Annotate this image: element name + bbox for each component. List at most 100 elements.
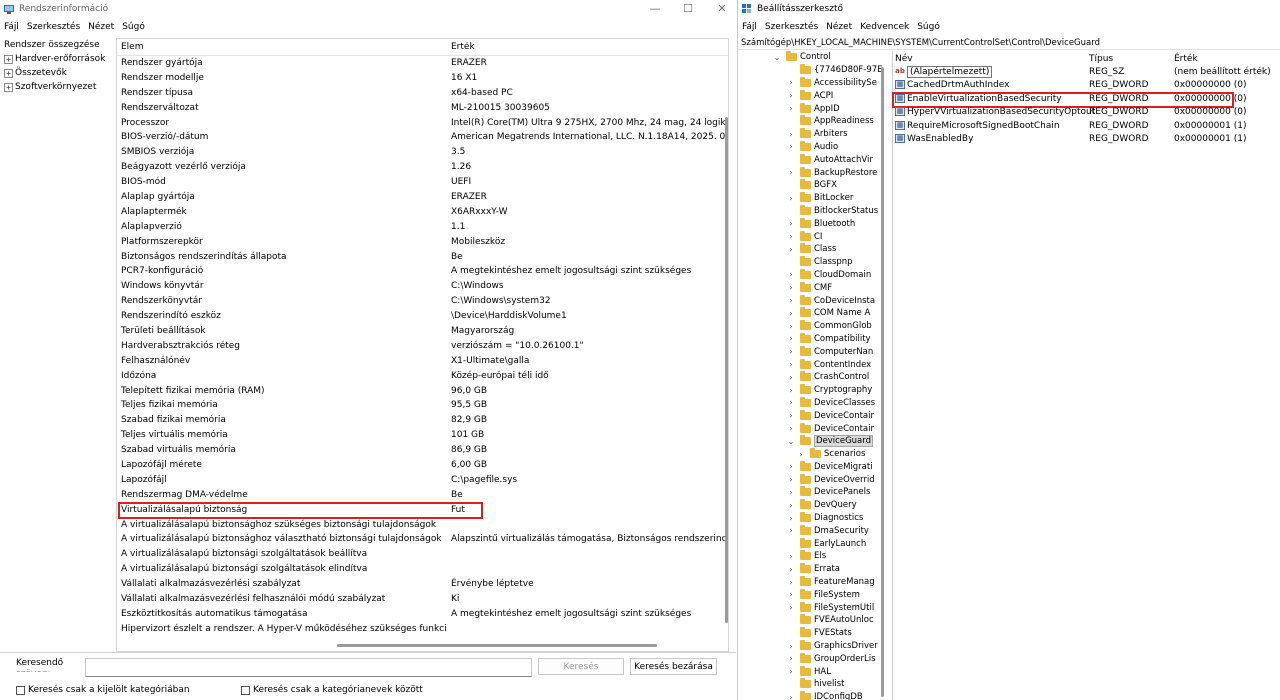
chevron-right-icon[interactable]: › (787, 526, 795, 535)
table-row[interactable]: Telepített fizikai memória (RAM) 96,0 GB (117, 384, 728, 399)
chevron-right-icon[interactable]: › (787, 590, 795, 599)
registry-key[interactable]: › Els (738, 550, 881, 563)
table-row[interactable]: Virtualizálásalapú biztonság Fut (117, 501, 728, 519)
address-bar[interactable]: Számítógép\HKEY_LOCAL_MACHINE\SYSTEM\Cur… (738, 36, 1280, 50)
chevron-right-icon[interactable]: › (787, 488, 795, 497)
registry-key[interactable]: › Bluetooth (738, 217, 881, 230)
registry-key[interactable]: › CloudDomain (738, 268, 881, 282)
table-row[interactable]: Területi beállítások Magyarország (117, 324, 728, 339)
registry-key[interactable]: › IDConfigDB (738, 691, 881, 700)
table-row[interactable]: Teljes fizikai memória 95,5 GB (117, 398, 728, 413)
registry-key[interactable]: › CMF (738, 281, 881, 294)
chevron-down-icon[interactable]: ⌄ (787, 437, 795, 446)
registry-key[interactable]: › Arbiters (738, 128, 881, 141)
chevron-right-icon[interactable]: › (787, 565, 795, 574)
chevron-right-icon[interactable]: › (787, 462, 795, 471)
chevron-right-icon[interactable]: › (787, 309, 795, 318)
table-row[interactable]: Teljes virtuális memória 101 GB (117, 428, 728, 443)
regedit-titlebar[interactable]: Beállításszerkesztő (738, 0, 1280, 17)
table-row[interactable]: Rendszerváltozat ML-210015 30039605 (117, 101, 728, 116)
chevron-down-icon[interactable]: ⌄ (773, 53, 781, 62)
chevron-right-icon[interactable]: › (787, 603, 795, 612)
menu-help[interactable]: Súgó (118, 22, 149, 32)
table-row[interactable]: Lapozófájl mérete 6,00 GB (117, 458, 728, 473)
chevron-right-icon[interactable]: › (787, 360, 795, 369)
table-row[interactable]: Hardverabsztrakciós réteg verziószám = "1… (117, 339, 728, 354)
menu-file[interactable]: Fájl (738, 22, 761, 32)
chevron-right-icon[interactable]: › (787, 232, 795, 241)
tree-node[interactable]: + Összetevők (0, 66, 112, 80)
table-row[interactable]: Szabad fizikai memória 82,9 GB (117, 413, 728, 428)
chevron-right-icon[interactable]: › (787, 334, 795, 343)
registry-value-row[interactable]: ▦ WasEnabledBy REG_DWORD 0x00000001 (1) (895, 133, 1280, 147)
registry-key[interactable]: › DeviceClasses (738, 396, 881, 410)
chevron-right-icon[interactable]: › (787, 693, 795, 700)
chevron-right-icon[interactable]: › (787, 296, 795, 305)
registry-key[interactable]: › Diagnostics (738, 512, 881, 525)
tree-expander-icon[interactable]: + (4, 82, 13, 92)
registry-key[interactable]: › DeviceContair (738, 422, 881, 435)
registry-key[interactable]: › FeatureManag (738, 576, 881, 589)
search-button[interactable]: Keresés (538, 658, 624, 675)
table-row[interactable]: Biztonságos rendszerindítás állapota Be (117, 250, 728, 265)
tree-expander-icon[interactable]: + (4, 68, 13, 78)
table-row[interactable]: Eszköztitkosítás automatikus támogatása A… (117, 607, 728, 622)
registry-key[interactable]: › DevicePanels (738, 486, 881, 499)
registry-key[interactable]: › Compatibility (738, 332, 881, 346)
registry-key[interactable]: FVEAutoUnloc (738, 614, 881, 627)
registry-key[interactable]: › ContentIndex (738, 358, 881, 371)
table-row[interactable]: BIOS-mód UEFI (117, 175, 728, 190)
chevron-right-icon[interactable]: › (787, 373, 795, 382)
registry-key[interactable]: › DeviceContair (738, 409, 881, 422)
chevron-right-icon[interactable]: › (797, 450, 805, 459)
registry-key[interactable]: › FileSystemUtil (738, 601, 881, 614)
registry-key[interactable]: › ComputerNan (738, 345, 881, 358)
registry-key[interactable]: › DeviceOverrid (738, 473, 881, 486)
table-row[interactable]: Alaplapverzió 1.1 (117, 220, 728, 235)
registry-key[interactable]: AppReadiness (738, 115, 881, 128)
tree-node[interactable]: + Szoftverkörnyezet (0, 80, 112, 94)
chevron-right-icon[interactable]: › (787, 168, 795, 177)
vertical-scrollbar[interactable] (725, 117, 728, 623)
registry-key[interactable]: › Audio (738, 140, 881, 154)
menu-favorites[interactable]: Kedvencek (856, 22, 913, 32)
minimize-button[interactable]: — (638, 0, 672, 17)
registry-key[interactable]: BGFX (738, 179, 881, 192)
chevron-right-icon[interactable]: › (787, 78, 795, 87)
chevron-right-icon[interactable]: › (787, 322, 795, 331)
pane-splitter[interactable] (892, 51, 893, 700)
menu-file[interactable]: Fájl (0, 22, 23, 32)
chevron-right-icon[interactable]: › (787, 104, 795, 113)
registry-value-row[interactable]: ▦ RequireMicrosoftSignedBootChain REG_DWOR… (895, 120, 1280, 134)
menu-view[interactable]: Nézet (822, 22, 856, 32)
tree-node[interactable]: + Hardver-erőforrások (0, 52, 112, 66)
horizontal-scrollbar[interactable] (337, 644, 657, 647)
chevron-right-icon[interactable]: › (787, 642, 795, 651)
registry-value-row[interactable]: ▦ EnableVirtualizationBasedSecurity REG_DW… (892, 91, 1280, 108)
menu-view[interactable]: Nézet (84, 22, 118, 32)
table-row[interactable]: Platformszerepkör Mobileszköz (117, 235, 728, 250)
chevron-right-icon[interactable]: › (787, 194, 795, 203)
menu-help[interactable]: Súgó (913, 22, 944, 32)
table-row[interactable]: Rendszerindító eszköz \Device\HarddiskVol… (117, 309, 728, 324)
registry-key[interactable]: › CoDeviceInsta (738, 294, 881, 307)
table-row[interactable]: Szabad virtuális memória 86,9 GB (117, 443, 728, 458)
registry-key[interactable]: › Cryptography (738, 384, 881, 397)
chevron-right-icon[interactable]: › (787, 424, 795, 433)
chevron-right-icon[interactable]: › (787, 398, 795, 407)
chevron-right-icon[interactable]: › (787, 270, 795, 279)
chevron-right-icon[interactable]: › (787, 501, 795, 510)
table-row[interactable]: Felhasználónév X1-Ultimate\galla (117, 354, 728, 369)
table-row[interactable]: Rendszer típusa x64-based PC (117, 86, 728, 101)
column-header-type[interactable]: Típus (1089, 54, 1113, 64)
column-header-name[interactable]: Név (895, 54, 913, 64)
find-input[interactable] (85, 658, 532, 677)
table-row[interactable]: A virtualizálásalapú biztonsági szolgált… (117, 547, 728, 562)
maximize-button[interactable]: ☐ (671, 0, 705, 17)
chevron-right-icon[interactable]: › (787, 386, 795, 395)
column-header-item[interactable]: Elem (121, 42, 447, 52)
chevron-right-icon[interactable]: › (787, 142, 795, 151)
registry-key[interactable]: › DeviceMigrati (738, 460, 881, 474)
chevron-right-icon[interactable]: › (787, 667, 795, 676)
search-selected-category-checkbox[interactable]: Keresés csak a kijelölt kategóriában (16, 685, 190, 695)
